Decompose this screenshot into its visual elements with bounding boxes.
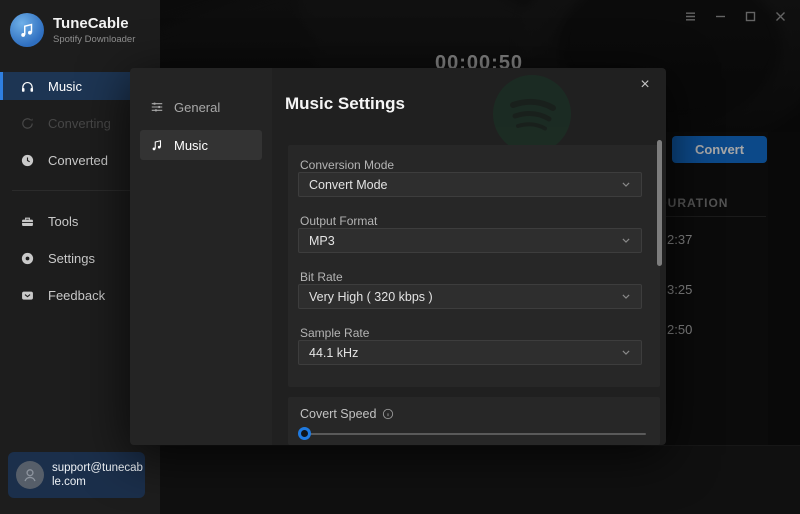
brand-text: TuneCable Spotify Downloader <box>53 15 135 45</box>
sidebar-item-label: Converted <box>48 152 108 168</box>
selected-value: MP3 <box>309 233 335 248</box>
dialog-title: Music Settings <box>285 94 405 113</box>
sidebar-item-label: Music <box>48 78 82 94</box>
app-name: TuneCable <box>53 15 129 32</box>
avatar <box>16 461 44 489</box>
headphones-icon <box>21 81 34 92</box>
settings-tab-panel: General Music <box>130 68 272 445</box>
info-icon[interactable] <box>382 408 394 420</box>
tab-music[interactable]: Music <box>140 130 262 160</box>
tab-label: Music <box>174 137 208 153</box>
covert-speed-label: Covert Speed <box>300 407 394 421</box>
output-format-select[interactable]: MP3 <box>298 228 642 253</box>
gear-icon <box>21 252 34 264</box>
convert-speed-section: Covert Speed <box>288 397 660 445</box>
tunecable-logo-icon <box>10 13 44 47</box>
chevron-down-icon <box>622 350 630 355</box>
toolbox-icon <box>22 217 33 226</box>
selected-value: Convert Mode <box>309 177 388 192</box>
app-subtitle: Spotify Downloader <box>53 34 136 45</box>
chevron-down-icon <box>622 238 630 243</box>
music-note-icon <box>152 140 162 151</box>
chevron-down-icon <box>622 182 630 187</box>
sample-rate-select[interactable]: 44.1 kHz <box>298 340 642 365</box>
sliders-icon <box>151 102 163 112</box>
spotify-logo-watermark <box>493 75 571 153</box>
sample-rate-label: Sample Rate <box>300 326 370 340</box>
speed-slider[interactable] <box>298 427 646 440</box>
music-settings-dialog: General Music × Music Settings Conversio… <box>130 68 666 445</box>
sidebar-item-label: Settings <box>48 250 95 266</box>
support-email-button[interactable]: support@tunecable.com <box>8 452 145 498</box>
selected-value: 44.1 kHz <box>309 345 359 360</box>
bit-rate-label: Bit Rate <box>300 270 343 284</box>
speed-slider-knob[interactable] <box>298 427 311 440</box>
dialog-close-icon[interactable]: × <box>634 74 656 96</box>
music-settings-form: Conversion Mode Convert Mode Output Form… <box>288 145 660 387</box>
chevron-down-icon <box>622 294 630 299</box>
sidebar-item-label: Feedback <box>48 287 106 303</box>
app-window: 00:00:50 Convert DURATION 2:37 3:25 2:50 <box>0 0 800 514</box>
dialog-scrollbar[interactable] <box>657 140 662 266</box>
conversion-mode-label: Conversion Mode <box>300 158 395 172</box>
support-email-text: support@tunecable.com <box>52 462 143 488</box>
tab-label: General <box>174 99 221 115</box>
person-icon <box>24 469 36 482</box>
output-format-label: Output Format <box>300 214 378 228</box>
sidebar-item-label: Converting <box>48 115 111 131</box>
clock-icon <box>21 154 34 166</box>
converting-icon <box>22 117 33 129</box>
tab-general[interactable]: General <box>140 92 262 122</box>
bit-rate-select[interactable]: Very High ( 320 kbps ) <box>298 284 642 309</box>
sidebar-item-label: Tools <box>48 213 79 229</box>
sidebar-divider <box>12 190 148 191</box>
brand: TuneCable Spotify Downloader <box>0 0 160 60</box>
envelope-icon <box>22 291 33 300</box>
selected-value: Very High ( 320 kbps ) <box>309 289 433 304</box>
covert-speed-text: Covert Speed <box>300 407 377 421</box>
conversion-mode-select[interactable]: Convert Mode <box>298 172 642 197</box>
